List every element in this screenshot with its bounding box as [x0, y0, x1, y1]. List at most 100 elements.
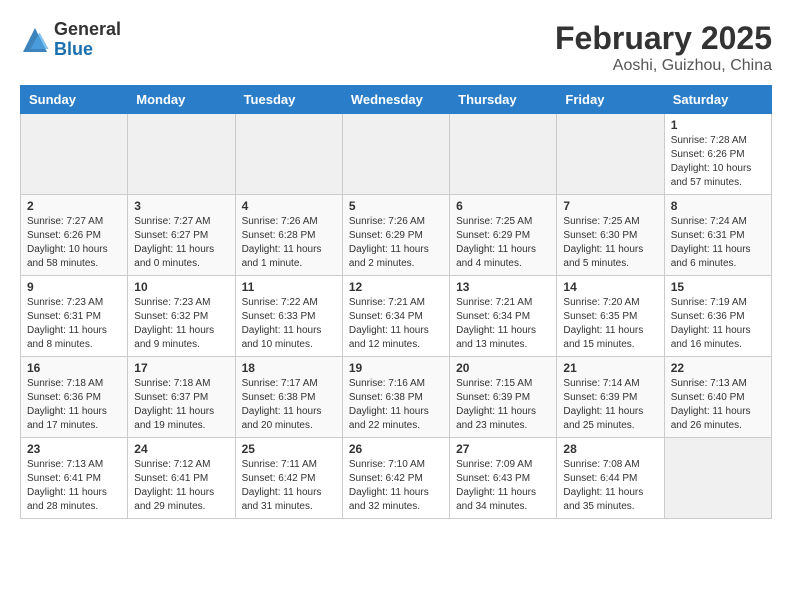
logo-blue-text: Blue: [54, 40, 121, 60]
day-info: Sunrise: 7:13 AM Sunset: 6:41 PM Dayligh…: [27, 458, 121, 514]
calendar-cell: [450, 114, 557, 195]
calendar-cell: 19Sunrise: 7:16 AM Sunset: 6:38 PM Dayli…: [342, 357, 449, 438]
logo-text: General Blue: [54, 20, 121, 60]
weekday-header-friday: Friday: [557, 86, 664, 114]
logo-general-text: General: [54, 20, 121, 40]
day-number: 9: [27, 280, 121, 294]
day-number: 19: [349, 361, 443, 375]
day-info: Sunrise: 7:23 AM Sunset: 6:32 PM Dayligh…: [134, 296, 228, 352]
day-number: 13: [456, 280, 550, 294]
day-number: 7: [563, 199, 657, 213]
day-number: 2: [27, 199, 121, 213]
calendar-cell: 21 Sunrise: 7:14 AM Sunset: 6:39 PM Dayli…: [557, 357, 664, 438]
calendar-cell: 17 Sunrise: 7:18 AM Sunset: 6:37 PM Dayli…: [128, 357, 235, 438]
calendar-cell: 26 Sunrise: 7:10 AM Sunset: 6:42 PM Dayli…: [342, 438, 449, 519]
day-number: 8: [671, 199, 765, 213]
day-number: 16: [27, 361, 121, 375]
day-number: 4: [242, 199, 336, 213]
logo: General Blue: [20, 20, 121, 60]
calendar-cell: 9 Sunrise: 7:23 AM Sunset: 6:31 PM Daylig…: [21, 276, 128, 357]
day-info: Sunrise: 7:27 AM Sunset: 6:27 PM Dayligh…: [134, 215, 228, 271]
weekday-header-saturday: Saturday: [664, 86, 771, 114]
calendar-cell: [342, 114, 449, 195]
calendar-cell: 18 Sunrise: 7:17 AM Sunset: 6:38 PM Dayli…: [235, 357, 342, 438]
calendar-cell: 3 Sunrise: 7:27 AM Sunset: 6:27 PM Daylig…: [128, 195, 235, 276]
calendar-cell: 23 Sunrise: 7:13 AM Sunset: 6:41 PM Dayli…: [21, 438, 128, 519]
calendar-cell: 6Sunrise: 7:25 AM Sunset: 6:29 PM Daylig…: [450, 195, 557, 276]
day-number: 3: [134, 199, 228, 213]
day-info: Sunrise: 7:10 AM Sunset: 6:42 PM Dayligh…: [349, 458, 443, 514]
day-info: Sunrise: 7:17 AM Sunset: 6:38 PM Dayligh…: [242, 377, 336, 433]
day-info: Sunrise: 7:20 AM Sunset: 6:35 PM Dayligh…: [563, 296, 657, 352]
day-info: Sunrise: 7:28 AM Sunset: 6:26 PM Dayligh…: [671, 134, 765, 190]
calendar-week-row: 2 Sunrise: 7:27 AM Sunset: 6:26 PM Daylig…: [21, 195, 772, 276]
calendar-cell: 28 Sunrise: 7:08 AM Sunset: 6:44 PM Dayli…: [557, 438, 664, 519]
day-number: 24: [134, 442, 228, 456]
day-number: 14: [563, 280, 657, 294]
day-info: Sunrise: 7:18 AM Sunset: 6:36 PM Dayligh…: [27, 377, 121, 433]
day-number: 10: [134, 280, 228, 294]
calendar-week-row: 1 Sunrise: 7:28 AM Sunset: 6:26 PM Daylig…: [21, 114, 772, 195]
day-info: Sunrise: 7:14 AM Sunset: 6:39 PM Dayligh…: [563, 377, 657, 433]
weekday-header-row: SundayMondayTuesdayWednesdayThursdayFrid…: [21, 86, 772, 114]
day-number: 5: [349, 199, 443, 213]
day-info: Sunrise: 7:27 AM Sunset: 6:26 PM Dayligh…: [27, 215, 121, 271]
day-info: Sunrise: 7:25 AM Sunset: 6:29 PM Dayligh…: [456, 215, 550, 271]
day-number: 18: [242, 361, 336, 375]
day-number: 1: [671, 118, 765, 132]
day-info: Sunrise: 7:19 AM Sunset: 6:36 PM Dayligh…: [671, 296, 765, 352]
calendar-cell: [664, 438, 771, 519]
calendar-cell: 14 Sunrise: 7:20 AM Sunset: 6:35 PM Dayli…: [557, 276, 664, 357]
calendar-cell: 4Sunrise: 7:26 AM Sunset: 6:28 PM Daylig…: [235, 195, 342, 276]
weekday-header-wednesday: Wednesday: [342, 86, 449, 114]
weekday-header-sunday: Sunday: [21, 86, 128, 114]
day-info: Sunrise: 7:23 AM Sunset: 6:31 PM Dayligh…: [27, 296, 121, 352]
title-block: February 2025 Aoshi, Guizhou, China: [555, 20, 772, 75]
day-number: 12: [349, 280, 443, 294]
day-info: Sunrise: 7:13 AM Sunset: 6:40 PM Dayligh…: [671, 377, 765, 433]
calendar-body: 1 Sunrise: 7:28 AM Sunset: 6:26 PM Daylig…: [21, 114, 772, 519]
day-number: 20: [456, 361, 550, 375]
calendar-cell: 13 Sunrise: 7:21 AM Sunset: 6:34 PM Dayli…: [450, 276, 557, 357]
day-info: Sunrise: 7:21 AM Sunset: 6:34 PM Dayligh…: [456, 296, 550, 352]
calendar-cell: [235, 114, 342, 195]
day-number: 28: [563, 442, 657, 456]
calendar-table: SundayMondayTuesdayWednesdayThursdayFrid…: [20, 85, 772, 519]
calendar-cell: 10 Sunrise: 7:23 AM Sunset: 6:32 PM Dayli…: [128, 276, 235, 357]
day-info: Sunrise: 7:11 AM Sunset: 6:42 PM Dayligh…: [242, 458, 336, 514]
calendar-cell: 8 Sunrise: 7:24 AM Sunset: 6:31 PM Daylig…: [664, 195, 771, 276]
calendar-cell: 24 Sunrise: 7:12 AM Sunset: 6:41 PM Dayli…: [128, 438, 235, 519]
calendar-cell: [21, 114, 128, 195]
calendar-week-row: 9 Sunrise: 7:23 AM Sunset: 6:31 PM Daylig…: [21, 276, 772, 357]
day-info: Sunrise: 7:08 AM Sunset: 6:44 PM Dayligh…: [563, 458, 657, 514]
calendar-week-row: 23 Sunrise: 7:13 AM Sunset: 6:41 PM Dayli…: [21, 438, 772, 519]
day-info: Sunrise: 7:25 AM Sunset: 6:30 PM Dayligh…: [563, 215, 657, 271]
day-number: 17: [134, 361, 228, 375]
calendar-cell: 1 Sunrise: 7:28 AM Sunset: 6:26 PM Daylig…: [664, 114, 771, 195]
day-info: Sunrise: 7:21 AM Sunset: 6:34 PM Dayligh…: [349, 296, 443, 352]
calendar-cell: [557, 114, 664, 195]
weekday-header-thursday: Thursday: [450, 86, 557, 114]
calendar-cell: 16 Sunrise: 7:18 AM Sunset: 6:36 PM Dayli…: [21, 357, 128, 438]
day-number: 21: [563, 361, 657, 375]
calendar-cell: 2 Sunrise: 7:27 AM Sunset: 6:26 PM Daylig…: [21, 195, 128, 276]
calendar-week-row: 16 Sunrise: 7:18 AM Sunset: 6:36 PM Dayli…: [21, 357, 772, 438]
day-number: 26: [349, 442, 443, 456]
calendar-cell: 20 Sunrise: 7:15 AM Sunset: 6:39 PM Dayli…: [450, 357, 557, 438]
weekday-header-tuesday: Tuesday: [235, 86, 342, 114]
calendar-title: February 2025: [555, 20, 772, 57]
weekday-header-monday: Monday: [128, 86, 235, 114]
day-info: Sunrise: 7:15 AM Sunset: 6:39 PM Dayligh…: [456, 377, 550, 433]
day-info: Sunrise: 7:12 AM Sunset: 6:41 PM Dayligh…: [134, 458, 228, 514]
calendar-cell: 15Sunrise: 7:19 AM Sunset: 6:36 PM Dayli…: [664, 276, 771, 357]
day-number: 23: [27, 442, 121, 456]
calendar-cell: 22 Sunrise: 7:13 AM Sunset: 6:40 PM Dayli…: [664, 357, 771, 438]
calendar-cell: 27Sunrise: 7:09 AM Sunset: 6:43 PM Dayli…: [450, 438, 557, 519]
day-info: Sunrise: 7:09 AM Sunset: 6:43 PM Dayligh…: [456, 458, 550, 514]
day-number: 25: [242, 442, 336, 456]
day-info: Sunrise: 7:18 AM Sunset: 6:37 PM Dayligh…: [134, 377, 228, 433]
calendar-cell: 25 Sunrise: 7:11 AM Sunset: 6:42 PM Dayli…: [235, 438, 342, 519]
day-number: 22: [671, 361, 765, 375]
calendar-cell: 5Sunrise: 7:26 AM Sunset: 6:29 PM Daylig…: [342, 195, 449, 276]
day-info: Sunrise: 7:24 AM Sunset: 6:31 PM Dayligh…: [671, 215, 765, 271]
